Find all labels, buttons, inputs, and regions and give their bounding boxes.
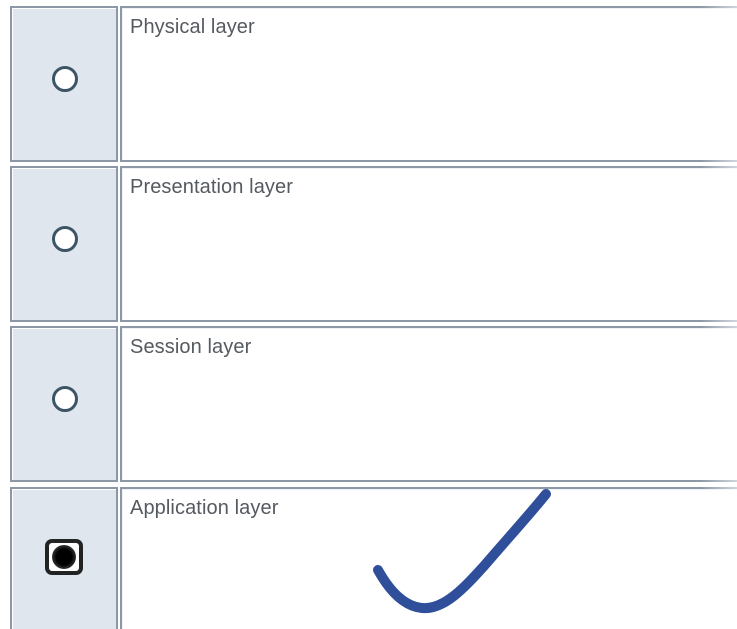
option-text-cell[interactable]: Application layer [120, 487, 737, 629]
option-label-session: Session layer [130, 336, 252, 358]
radio-selected-dot-icon [52, 545, 76, 569]
option-row-presentation[interactable]: Presentation layer [10, 166, 737, 322]
radio-button-session[interactable] [52, 386, 78, 412]
option-label-physical: Physical layer [130, 16, 255, 38]
option-label-presentation: Presentation layer [130, 176, 294, 198]
option-text-cell[interactable]: Presentation layer [120, 166, 737, 322]
radio-button-presentation[interactable] [52, 226, 78, 252]
radio-cell[interactable] [10, 326, 118, 482]
option-row-application[interactable]: Application layer [10, 487, 737, 629]
radio-cell[interactable] [10, 6, 118, 162]
option-row-physical[interactable]: Physical layer [10, 6, 737, 162]
radio-button-physical[interactable] [52, 66, 78, 92]
option-row-session[interactable]: Session layer [10, 326, 737, 482]
answer-options: Physical layer Presentation layer Sessio… [10, 6, 737, 629]
option-text-cell[interactable]: Session layer [120, 326, 737, 482]
option-text-cell[interactable]: Physical layer [120, 6, 737, 162]
option-label-application: Application layer [130, 497, 279, 519]
radio-cell[interactable] [10, 487, 118, 629]
radio-cell[interactable] [10, 166, 118, 322]
radio-button-application-selected[interactable] [45, 539, 83, 575]
